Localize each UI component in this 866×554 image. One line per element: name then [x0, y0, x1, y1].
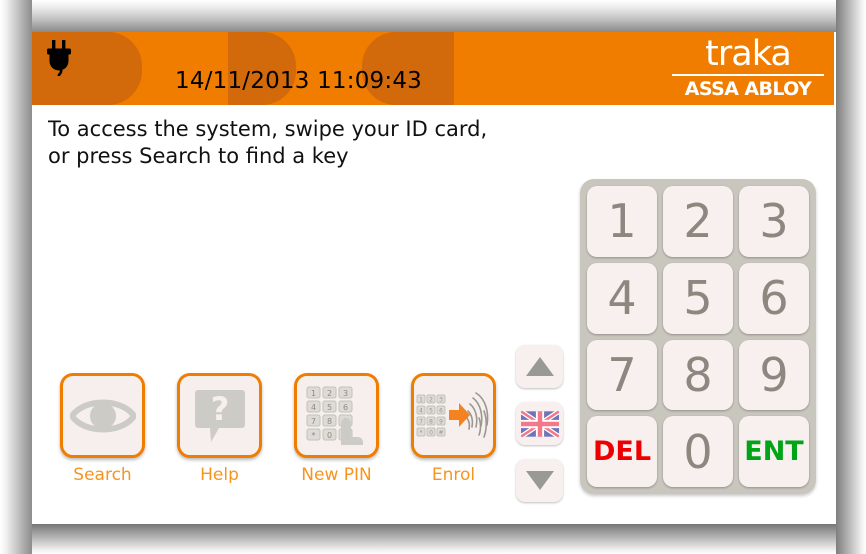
scroll-up-button[interactable]	[516, 345, 563, 388]
keypad-key-2[interactable]: 2	[663, 186, 733, 257]
numeric-keypad: 1 2 3 4 5 6 7 8 9 DEL 0 ENT	[580, 179, 816, 494]
clock-display: 14/11/2013 11:09:43	[175, 68, 422, 94]
triangle-up-icon	[525, 357, 554, 376]
svg-text:6: 6	[439, 407, 443, 414]
union-jack-flag-icon	[520, 410, 559, 437]
new-pin-button-label: New PIN	[301, 466, 372, 483]
svg-text:1: 1	[310, 389, 315, 398]
scroll-down-button[interactable]	[516, 459, 563, 502]
svg-text:5: 5	[429, 407, 433, 414]
new-pin-button-tile[interactable]: 123 456 789 *0#	[294, 373, 379, 458]
svg-text:7: 7	[310, 417, 315, 426]
instruction-line-2: or press Search to find a key	[48, 144, 349, 168]
triangle-down-icon	[525, 471, 554, 490]
svg-text:4: 4	[310, 403, 315, 412]
keypad-key-ent[interactable]: ENT	[739, 416, 809, 487]
svg-text:7: 7	[419, 418, 423, 425]
keypad-key-9[interactable]: 9	[739, 339, 809, 411]
keypad-key-8[interactable]: 8	[663, 339, 733, 411]
keypad-arrow-fingerprint-icon: 123 456 789 * 0 #	[416, 391, 488, 438]
logo-divider	[672, 74, 824, 76]
instruction-text: To access the system, swipe your ID card…	[48, 114, 608, 168]
svg-text:2: 2	[429, 396, 433, 403]
question-speech-bubble-icon: ?	[194, 389, 245, 442]
help-button-label: Help	[200, 466, 239, 483]
help-button[interactable]: ? Help	[177, 373, 262, 483]
keypad-key-del[interactable]: DEL	[587, 416, 657, 487]
touchscreen: 14/11/2013 11:09:43 traka ASSA ABLOY To …	[32, 32, 834, 522]
svg-text:0: 0	[429, 429, 433, 436]
svg-text:8: 8	[429, 418, 433, 425]
svg-text:3: 3	[439, 396, 443, 403]
keypad-key-6[interactable]: 6	[739, 262, 809, 334]
svg-text:#: #	[438, 429, 443, 436]
enrol-button[interactable]: 123 456 789 * 0 # Enrol	[411, 373, 496, 483]
svg-text:3: 3	[342, 389, 347, 398]
search-button-tile[interactable]	[60, 373, 145, 458]
svg-text:1: 1	[419, 396, 423, 403]
svg-text:9: 9	[439, 418, 443, 425]
svg-text:?: ?	[210, 390, 229, 428]
eye-icon	[69, 399, 136, 432]
search-button[interactable]: Search	[60, 373, 145, 483]
keypad-key-3[interactable]: 3	[739, 186, 809, 257]
svg-text:*: *	[311, 431, 315, 440]
language-button[interactable]	[516, 402, 563, 445]
logo-subbrand: ASSA ABLOY	[684, 78, 812, 100]
header-bar: 14/11/2013 11:09:43 traka ASSA ABLOY	[32, 32, 834, 105]
svg-text:8: 8	[326, 417, 331, 426]
enrol-button-tile[interactable]: 123 456 789 * 0 #	[411, 373, 496, 458]
enrol-button-label: Enrol	[431, 466, 476, 483]
keypad-hand-icon: 123 456 789 *0#	[306, 386, 363, 445]
keypad-key-4[interactable]: 4	[587, 262, 657, 334]
svg-text:5: 5	[326, 403, 331, 412]
instruction-line-1: To access the system, swipe your ID card…	[48, 117, 488, 141]
traka-logo: traka ASSA ABLOY	[666, 35, 830, 103]
keypad-key-7[interactable]: 7	[587, 339, 657, 411]
search-button-label: Search	[73, 466, 132, 483]
keypad-key-5[interactable]: 5	[663, 262, 733, 334]
svg-text:4: 4	[419, 407, 423, 414]
help-button-tile[interactable]: ?	[177, 373, 262, 458]
new-pin-button[interactable]: 123 456 789 *0# New PIN	[294, 373, 379, 483]
svg-text:2: 2	[326, 389, 331, 398]
keypad-key-0[interactable]: 0	[663, 416, 733, 487]
device-bezel: 14/11/2013 11:09:43 traka ASSA ABLOY To …	[0, 0, 866, 554]
svg-text:6: 6	[342, 403, 347, 412]
logo-wordmark: traka	[705, 34, 792, 74]
keypad-key-1[interactable]: 1	[587, 186, 657, 257]
svg-text:0: 0	[326, 431, 331, 440]
svg-text:*: *	[419, 429, 422, 436]
